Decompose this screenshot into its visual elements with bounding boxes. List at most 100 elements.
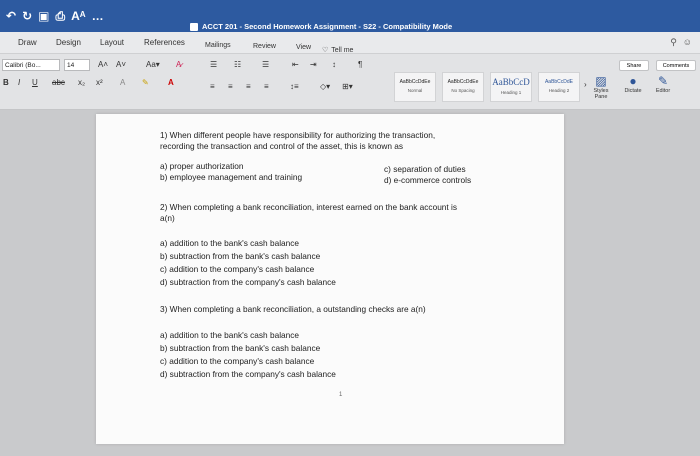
quick-access-toolbar: ↶ ↻ ▣ ⎙ Aᴬ …: [6, 9, 104, 24]
tab-mailings[interactable]: Mailings: [205, 42, 231, 49]
shading-icon[interactable]: ◇▾: [320, 82, 330, 91]
share-button[interactable]: Share: [619, 60, 649, 71]
ribbon-tabs: Draw Design Layout References Mailings R…: [0, 32, 700, 54]
lightbulb-icon: ♡: [322, 47, 329, 54]
style-heading-1[interactable]: AaBbCcD Heading 1: [490, 72, 532, 102]
q1-option-a: a) proper authorization: [160, 161, 244, 171]
styles-pane-label: Styles Pane: [593, 88, 609, 100]
q2-option-b: b) subtraction from the bank's cash bala…: [160, 251, 321, 261]
styles-gallery-arrow-icon[interactable]: ›: [584, 80, 587, 89]
document-icon: [190, 22, 198, 31]
align-center-icon[interactable]: ≡: [228, 82, 233, 91]
style-name: Normal: [407, 88, 423, 93]
title-bar: ↶ ↻ ▣ ⎙ Aᴬ … ACCT 201 - Second Homework …: [0, 0, 700, 32]
q3-option-b: b) subtraction from the bank's cash bala…: [160, 343, 321, 353]
strikethrough-icon[interactable]: abc: [52, 78, 65, 87]
font-size-icon[interactable]: Aᴬ: [71, 9, 86, 24]
q2-option-a: a) addition to the bank's cash balance: [160, 238, 300, 248]
home-ribbon: Calibri (Bo... 14 A˄ A˅ Aa▾ A̷ B I U abc…: [0, 54, 700, 110]
tab-layout[interactable]: Layout: [100, 38, 124, 47]
document-canvas[interactable]: 1) When different people have responsibi…: [0, 110, 700, 456]
q1-option-c: c) separation of duties: [384, 164, 466, 174]
q3-option-c: c) addition to the company's cash balanc…: [160, 356, 315, 366]
tab-draw[interactable]: Draw: [18, 38, 37, 47]
editor-button[interactable]: ✎ Editor: [650, 74, 676, 94]
document-page[interactable]: 1) When different people have responsibi…: [96, 114, 564, 444]
tab-design[interactable]: Design: [56, 38, 81, 47]
question-text: 1) When different people have responsibi…: [160, 130, 436, 140]
style-heading-2[interactable]: AaBbCcDdE Heading 2: [538, 72, 580, 102]
question-text: 3) When completing a bank reconciliation…: [160, 304, 426, 314]
bold-icon[interactable]: B: [3, 78, 9, 87]
more-icon[interactable]: …: [92, 9, 104, 24]
q2-option-c: c) addition to the company's cash balanc…: [160, 264, 315, 274]
increase-indent-icon[interactable]: ⇥: [310, 60, 317, 69]
share-label: Share: [626, 63, 642, 69]
justify-icon[interactable]: ≡: [264, 82, 269, 91]
microphone-icon: ●: [629, 74, 637, 88]
align-left-icon[interactable]: ≡: [210, 82, 215, 91]
font-size-select[interactable]: 14: [64, 59, 90, 71]
tab-view[interactable]: View: [296, 44, 311, 51]
undo-icon[interactable]: ↶: [6, 9, 16, 24]
numbering-icon[interactable]: ☷: [234, 60, 241, 69]
superscript-icon[interactable]: x²: [96, 78, 103, 87]
redo-icon[interactable]: ↻: [22, 9, 32, 24]
tell-me-label: Tell me: [331, 46, 354, 54]
style-normal[interactable]: AaBbCcDdEe Normal: [394, 72, 436, 102]
search-icon[interactable]: ⚲: [670, 37, 677, 48]
decrease-indent-icon[interactable]: ⇤: [292, 60, 299, 69]
font-name-select[interactable]: Calibri (Bo...: [2, 59, 60, 71]
style-sample: AaBbCcDdEe: [399, 79, 431, 85]
q1-option-b: b) employee management and training: [160, 172, 303, 182]
sort-icon[interactable]: ↕: [332, 60, 336, 69]
style-name: No Spacing: [451, 88, 475, 93]
tab-references[interactable]: References: [144, 38, 185, 47]
dictate-button[interactable]: ● Dictate: [620, 74, 646, 94]
tabs-right-controls: ⚲ ☺: [670, 37, 692, 48]
underline-icon[interactable]: U: [32, 78, 38, 87]
tab-review[interactable]: Review: [253, 43, 276, 50]
tell-me-search[interactable]: ♡ Tell me: [322, 46, 354, 55]
style-sample: AaBbCcDdEe: [447, 79, 479, 85]
subscript-icon[interactable]: x₂: [78, 78, 85, 87]
question-3: 3) When completing a bank reconciliation…: [160, 304, 426, 315]
styles-pane-icon: ▨: [595, 74, 607, 88]
style-no-spacing[interactable]: AaBbCcDdEe No Spacing: [442, 72, 484, 102]
text-effects-icon[interactable]: A: [120, 78, 125, 87]
question-text: a(n): [160, 213, 175, 223]
account-icon[interactable]: ☺: [683, 37, 692, 48]
question-2: 2) When completing a bank reconciliation…: [160, 202, 457, 224]
comments-label: Comments: [662, 63, 690, 69]
window-title-text: ACCT 201 - Second Homework Assignment - …: [202, 22, 453, 31]
italic-icon[interactable]: I: [18, 78, 20, 87]
window-title: ACCT 201 - Second Homework Assignment - …: [190, 22, 452, 31]
align-right-icon[interactable]: ≡: [246, 82, 251, 91]
font-color-icon[interactable]: A: [168, 78, 174, 87]
highlight-icon[interactable]: ✎: [142, 78, 149, 87]
editor-label: Editor: [655, 88, 671, 94]
style-name: Heading 2: [548, 88, 570, 93]
q3-option-d: d) subtraction from the company's cash b…: [160, 369, 336, 379]
clear-formatting-icon[interactable]: A̷: [176, 60, 181, 69]
q3-option-a: a) addition to the bank's cash balance: [160, 330, 300, 340]
multilevel-list-icon[interactable]: ☰: [262, 60, 269, 69]
page-number: 1: [339, 392, 343, 398]
style-name: Heading 1: [500, 90, 522, 95]
show-formatting-icon[interactable]: ¶: [358, 60, 362, 69]
style-sample: AaBbCcDdE: [544, 79, 574, 85]
editor-icon: ✎: [657, 74, 669, 88]
grow-font-icon[interactable]: A˄: [98, 60, 108, 69]
print-icon[interactable]: ⎙: [55, 9, 65, 24]
style-sample: AaBbCcD: [492, 77, 530, 87]
line-spacing-icon[interactable]: ↕≡: [290, 82, 299, 91]
comments-button[interactable]: Comments: [656, 60, 696, 71]
question-text: recording the transaction and control of…: [160, 141, 404, 151]
q2-option-d: d) subtraction from the company's cash b…: [160, 277, 336, 287]
change-case-icon[interactable]: Aa▾: [146, 60, 160, 69]
styles-pane-button[interactable]: ▨ Styles Pane: [590, 74, 612, 100]
bullets-icon[interactable]: ☰: [210, 60, 217, 69]
shrink-font-icon[interactable]: A˅: [116, 60, 126, 69]
borders-icon[interactable]: ⊞▾: [342, 82, 353, 91]
save-icon[interactable]: ▣: [38, 9, 49, 24]
